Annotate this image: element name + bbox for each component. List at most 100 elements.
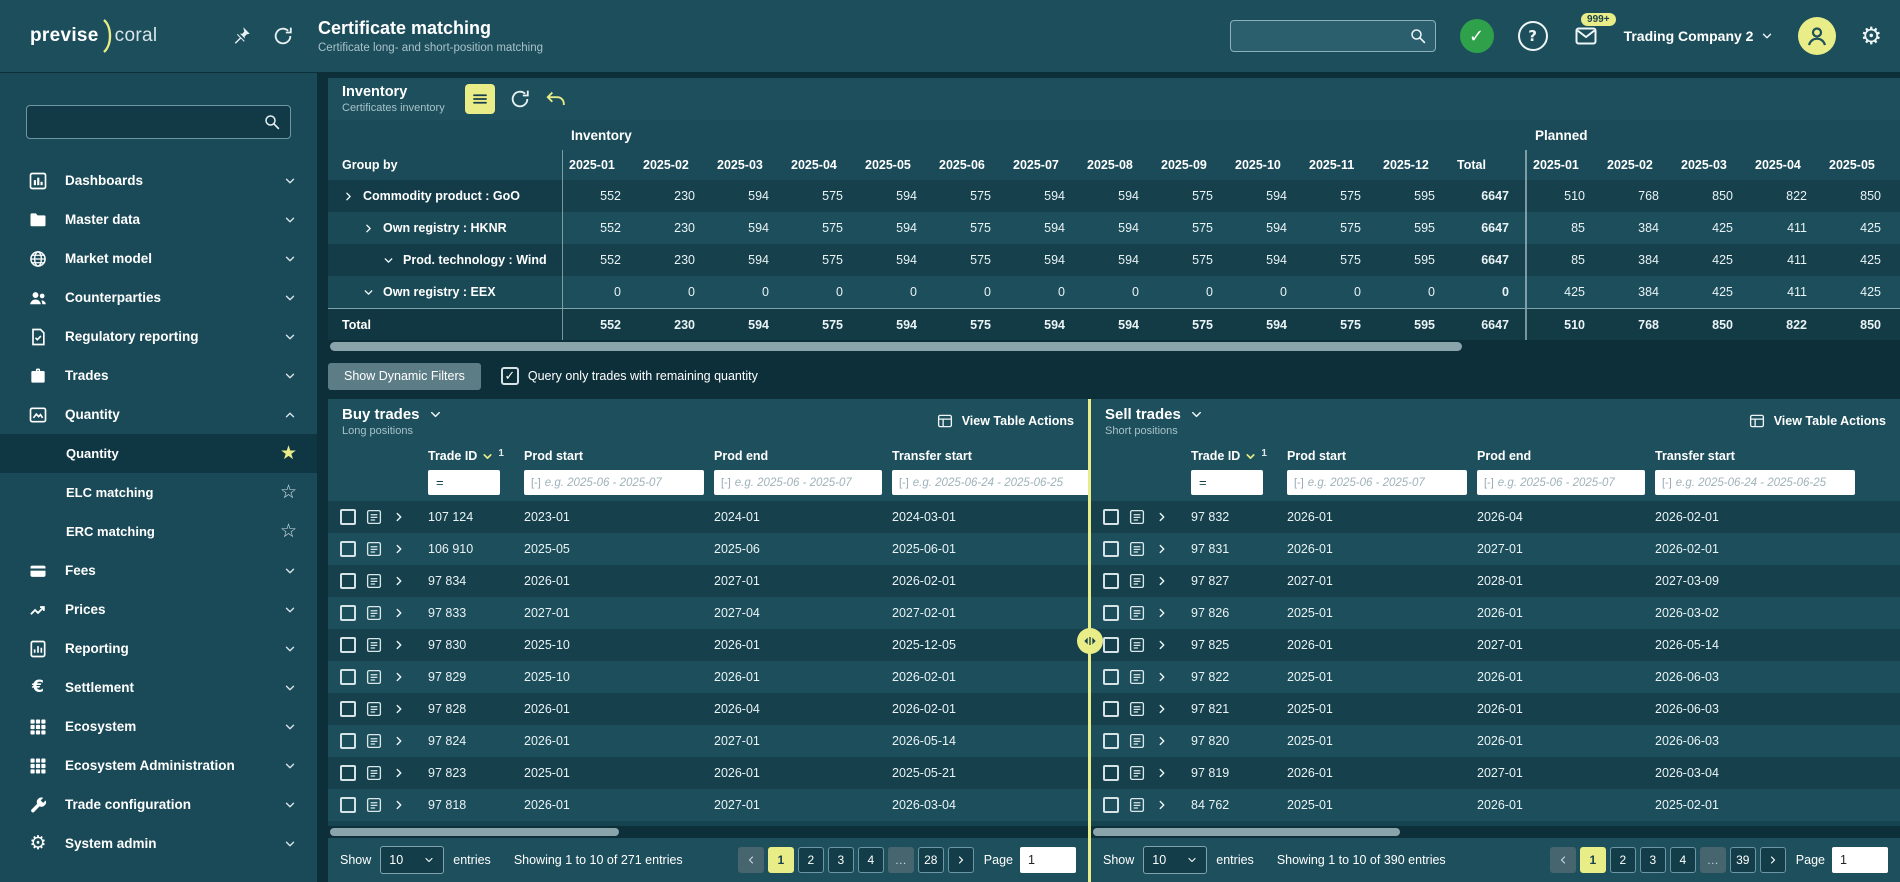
buy-prod-start-filter-input[interactable] (545, 477, 697, 489)
row-checkbox[interactable] (1103, 797, 1119, 813)
row-checkbox[interactable] (340, 573, 356, 589)
buy-trade-row[interactable]: 97 8292025-102026-012026-02-01 (328, 661, 1088, 693)
buy-trade-id-filter-input[interactable] (428, 470, 500, 495)
row-checkbox[interactable] (340, 701, 356, 717)
details-icon[interactable] (365, 668, 383, 686)
sidebar-item-regulatory-reporting[interactable]: Regulatory reporting (0, 317, 317, 356)
chevron-right-icon[interactable] (1155, 574, 1169, 588)
sell-trade-row[interactable]: 97 8222025-012026-012026-06-03 (1091, 661, 1900, 693)
sell-trade-row[interactable]: 97 8202025-012026-012026-06-03 (1091, 725, 1900, 757)
sell-trade-row[interactable]: 84 7622025-012026-012025-02-01 (1091, 789, 1900, 821)
details-icon[interactable] (365, 636, 383, 654)
page-button-2[interactable]: 2 (798, 847, 824, 873)
inventory-refresh-icon[interactable] (509, 88, 531, 110)
sell-trade-id-filter-input[interactable] (1191, 470, 1263, 495)
row-checkbox[interactable] (340, 797, 356, 813)
column-header-transfer-start[interactable]: Transfer start (1655, 449, 1900, 463)
details-icon[interactable] (1128, 540, 1146, 558)
buy-trade-row[interactable]: 97 8242026-012027-012026-05-14 (328, 725, 1088, 757)
buy-trade-row[interactable]: 97 8282026-012026-042026-02-01 (328, 693, 1088, 725)
sell-prod-end-filter-input[interactable] (1498, 477, 1638, 489)
sell-trade-row[interactable]: 97 8312026-012027-012026-02-01 (1091, 533, 1900, 565)
column-header-trade-id[interactable]: Trade ID1 (428, 449, 524, 463)
split-drag-handle[interactable] (1077, 628, 1103, 654)
chevron-right-icon[interactable] (392, 798, 406, 812)
next-page-button[interactable] (1760, 847, 1786, 873)
sell-page-size-select[interactable]: 10 (1143, 846, 1207, 874)
previous-page-button[interactable] (1550, 847, 1576, 873)
buy-trade-row[interactable]: 97 8182026-012027-012026-03-04 (328, 789, 1088, 821)
buy-page-number-input[interactable] (1020, 847, 1076, 873)
buy-trade-row[interactable]: 97 8232025-012026-012025-05-21 (328, 757, 1088, 789)
details-icon[interactable] (1128, 796, 1146, 814)
column-header-transfer-start[interactable]: Transfer start (892, 449, 1088, 463)
row-checkbox[interactable] (1103, 541, 1119, 557)
chevron-right-icon[interactable] (1155, 766, 1169, 780)
column-header-trade-id[interactable]: Trade ID1 (1191, 449, 1287, 463)
sell-horizontal-scrollbar[interactable] (1091, 826, 1900, 838)
buy-trade-row[interactable]: 97 8332027-012027-042027-02-01 (328, 597, 1088, 629)
sidebar-item-dashboards[interactable]: Dashboards (0, 161, 317, 200)
chevron-right-icon[interactable] (392, 766, 406, 780)
buy-page-size-select[interactable]: 10 (380, 846, 444, 874)
sell-trade-row[interactable]: 97 8252026-012027-012026-05-14 (1091, 629, 1900, 661)
sidebar-item-fees[interactable]: Fees (0, 551, 317, 590)
scrollbar-thumb[interactable] (1093, 828, 1400, 836)
details-icon[interactable] (1128, 668, 1146, 686)
chevron-right-icon[interactable] (1155, 798, 1169, 812)
chevron-right-icon[interactable] (392, 542, 406, 556)
chevron-right-icon[interactable] (342, 190, 355, 203)
chevron-right-icon[interactable] (1155, 510, 1169, 524)
status-ok-icon[interactable]: ✓ (1460, 19, 1494, 53)
row-checkbox[interactable] (1103, 509, 1119, 525)
chevron-down-icon[interactable] (362, 286, 375, 299)
chevron-down-icon[interactable] (428, 407, 443, 422)
row-checkbox[interactable] (340, 509, 356, 525)
page-button-28[interactable]: 28 (918, 847, 944, 873)
buy-trade-row[interactable]: 107 1242023-012024-012024-03-01 (328, 501, 1088, 533)
page-button-1[interactable]: 1 (1580, 847, 1606, 873)
details-icon[interactable] (365, 508, 383, 526)
details-icon[interactable] (1128, 508, 1146, 526)
buy-transfer-start-filter-input[interactable] (913, 477, 1085, 489)
details-icon[interactable] (365, 540, 383, 558)
notifications-button[interactable]: 999+ (1572, 24, 1600, 48)
details-icon[interactable] (1128, 604, 1146, 622)
column-header-prod-end[interactable]: Prod end (1477, 449, 1655, 463)
sell-transfer-start-filter-input[interactable] (1676, 477, 1848, 489)
chevron-right-icon[interactable] (392, 702, 406, 716)
inventory-menu-button[interactable] (465, 84, 495, 114)
sell-trade-row[interactable]: 97 8212025-012026-012026-06-03 (1091, 693, 1900, 725)
row-checkbox[interactable] (340, 541, 356, 557)
sidebar-item-trades[interactable]: Trades (0, 356, 317, 395)
buy-horizontal-scrollbar[interactable] (328, 826, 1088, 838)
sidebar-subitem-quantity[interactable]: Quantity★ (0, 434, 317, 473)
sidebar-subitem-erc-matching[interactable]: ERC matching☆ (0, 512, 317, 551)
show-dynamic-filters-button[interactable]: Show Dynamic Filters (328, 363, 481, 390)
chevron-right-icon[interactable] (1155, 670, 1169, 684)
remaining-quantity-checkbox[interactable]: ✓ Query only trades with remaining quant… (501, 367, 758, 385)
row-checkbox[interactable] (1103, 669, 1119, 685)
row-checkbox[interactable] (340, 605, 356, 621)
sidebar-item-settlement[interactable]: €Settlement (0, 668, 317, 707)
details-icon[interactable] (1128, 636, 1146, 654)
details-icon[interactable] (1128, 732, 1146, 750)
row-checkbox[interactable] (340, 669, 356, 685)
page-button-1[interactable]: 1 (768, 847, 794, 873)
buy-prod-end-filter-input[interactable] (735, 477, 875, 489)
company-selector[interactable]: Trading Company 2 (1624, 28, 1775, 44)
page-button-2[interactable]: 2 (1610, 847, 1636, 873)
sidebar-item-prices[interactable]: Prices (0, 590, 317, 629)
row-checkbox[interactable] (1103, 701, 1119, 717)
page-button-4[interactable]: 4 (858, 847, 884, 873)
buy-trade-row[interactable]: 97 8302025-102026-012025-12-05 (328, 629, 1088, 661)
star-outline-icon[interactable]: ☆ (280, 483, 297, 502)
details-icon[interactable] (1128, 572, 1146, 590)
scrollbar-thumb[interactable] (330, 342, 1462, 351)
view-table-actions-button[interactable]: View Table Actions (1748, 412, 1886, 430)
details-icon[interactable] (365, 572, 383, 590)
chevron-right-icon[interactable] (392, 638, 406, 652)
page-button-4[interactable]: 4 (1670, 847, 1696, 873)
sidebar-item-market-model[interactable]: Market model (0, 239, 317, 278)
row-checkbox[interactable] (1103, 733, 1119, 749)
